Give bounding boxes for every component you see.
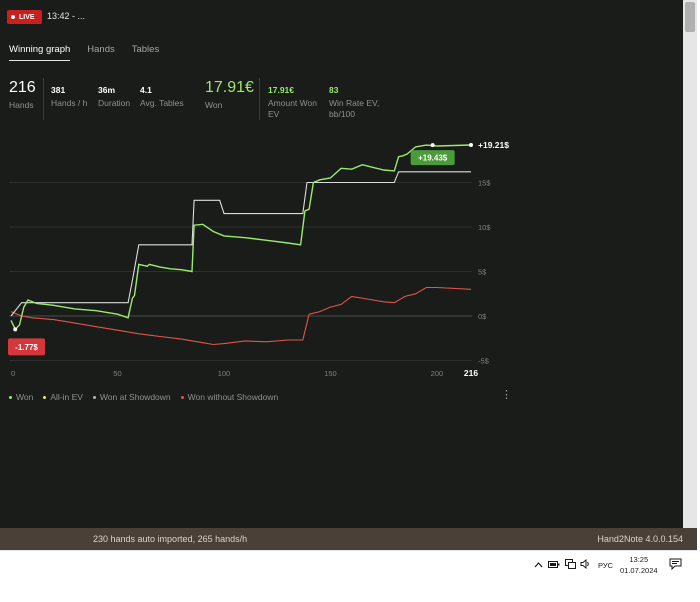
y-tick-label: 10$ (478, 223, 491, 232)
stat-hands-value: 216 (9, 79, 36, 96)
tab-hands[interactable]: Hands (87, 44, 114, 61)
stat-hands-per-hour-label: Hands / h (51, 98, 88, 108)
stat-hands-per-hour: 381 Hands / h (51, 85, 87, 109)
x-tick-label: 50 (113, 369, 121, 378)
stat-win-rate-ev-label: Win Rate EV, bb/100 (329, 98, 379, 120)
series-line-won (10, 144, 472, 331)
stat-won: 17.91€ Won (205, 79, 254, 111)
app-window: LIVE 13:42 - ... Winning graph Hands Tab… (0, 0, 683, 528)
legend-label: Won without Showdown (187, 392, 279, 402)
tab-tables[interactable]: Tables (132, 44, 159, 61)
speaker-icon[interactable] (580, 559, 591, 569)
stat-win-rate-ev-label-line-2: bb/100 (329, 109, 355, 119)
tab-winning-graph[interactable]: Winning graph (9, 44, 71, 61)
y-tick-label: 15$ (478, 179, 491, 188)
stat-amount-won-ev-value: 17.91€ (268, 85, 294, 95)
stat-hands: 216 Hands (9, 79, 36, 111)
live-badge: LIVE (7, 10, 42, 24)
stat-win-rate-ev-value: 83 (329, 85, 339, 95)
legend-label: Won (16, 392, 34, 402)
legend-dot-icon (43, 395, 47, 399)
legend-item-won-at-showdown[interactable]: Won at Showdown (92, 392, 171, 402)
stat-duration-value: 36m (98, 85, 116, 95)
live-dot-icon (11, 15, 15, 19)
stat-avg-tables: 4.1 Avg. Tables (140, 85, 184, 109)
app-version: Hand2Note 4.0.0.154 (597, 534, 683, 544)
stats-divider (259, 78, 260, 120)
clock-time: 13:25 (629, 555, 649, 564)
legend-dot-icon (180, 395, 184, 399)
more-options-icon[interactable]: ⋮ (501, 390, 512, 401)
legend-item-all-in-ev[interactable]: All-in EV (43, 392, 83, 402)
min-value-label: -1.77$ (15, 343, 38, 352)
y-tick-label: 0$ (478, 312, 487, 321)
end-point-marker (469, 143, 473, 148)
series-line-all-in-ev (10, 171, 471, 317)
session-header: LIVE 13:42 - ... (0, 0, 683, 34)
session-title[interactable]: 13:42 - ... (47, 11, 85, 21)
legend-dot-icon (92, 395, 96, 399)
stat-won-value: 17.91€ (205, 79, 254, 96)
legend-item-won-without-showdown[interactable]: Won without Showdown (180, 392, 279, 402)
network-icon[interactable] (565, 559, 576, 569)
vertical-scrollbar[interactable] (683, 0, 697, 528)
winning-graph-chart[interactable]: 15$ 10$ 5$ 0$ -5$ 0 50 100 150 200 216 +19.21$ +19.4… (0, 128, 683, 384)
y-tick-label: -5$ (478, 357, 490, 366)
stat-amount-won-ev: 17.91€ Amount Won EV (268, 85, 317, 120)
chevron-up-icon[interactable] (534, 561, 543, 568)
max-point-marker (430, 143, 435, 148)
stat-duration-label: Duration (98, 98, 131, 108)
x-tick-label: 200 (431, 369, 444, 378)
legend-dot-icon (9, 395, 12, 399)
scrollbar-thumb[interactable] (685, 2, 695, 32)
stats-summary: 216 Hands 381 Hands / h 36m Duration 4.1… (0, 76, 683, 126)
tab-bar: Winning graph Hands Tables (9, 44, 176, 61)
battery-icon[interactable] (548, 560, 560, 569)
chart-legend: Won All-in EV Won at Showdown Won withou… (9, 392, 288, 402)
x-tick-label: 0 (11, 369, 15, 378)
stat-amount-won-ev-label-line-1: Amount Won (268, 98, 317, 108)
system-clock[interactable]: 13:25 01.07.2024 (620, 554, 658, 576)
notification-icon[interactable] (669, 558, 682, 570)
stat-hands-per-hour-value: 381 (51, 85, 66, 95)
x-tick-label-end: 216 (464, 368, 478, 378)
end-value-label: +19.21$ (478, 140, 509, 150)
clock-date: 01.07.2024 (620, 566, 658, 575)
max-value-label: +19.43$ (418, 154, 448, 163)
input-language[interactable]: РУС (598, 561, 613, 570)
import-status: 230 hands auto imported, 265 hands/h (93, 534, 248, 544)
stat-won-label: Won (205, 100, 223, 110)
legend-item-won[interactable]: Won (9, 392, 33, 402)
status-bar: 230 hands auto imported, 265 hands/h Han… (0, 528, 697, 550)
y-tick-label: 5$ (478, 268, 487, 277)
stat-avg-tables-label: Avg. Tables (140, 98, 184, 108)
stat-hands-label: Hands (9, 100, 34, 110)
windows-taskbar: РУС 13:25 01.07.2024 (0, 550, 697, 578)
stats-divider (43, 78, 44, 120)
stat-amount-won-ev-label-line-2: EV (268, 109, 280, 119)
live-label: LIVE (19, 13, 35, 21)
stat-amount-won-ev-label: Amount Won EV (268, 98, 317, 120)
min-point-marker (13, 327, 18, 332)
stat-duration: 36m Duration (98, 85, 130, 109)
x-tick-label: 100 (218, 369, 231, 378)
stat-win-rate-ev: 83 Win Rate EV, bb/100 (329, 85, 379, 120)
legend-label: Won at Showdown (99, 392, 171, 402)
stat-avg-tables-value: 4.1 (140, 85, 152, 95)
x-tick-label: 150 (324, 369, 337, 378)
legend-label: All-in EV (50, 392, 83, 402)
stat-win-rate-ev-label-line-1: Win Rate EV, (329, 98, 380, 108)
